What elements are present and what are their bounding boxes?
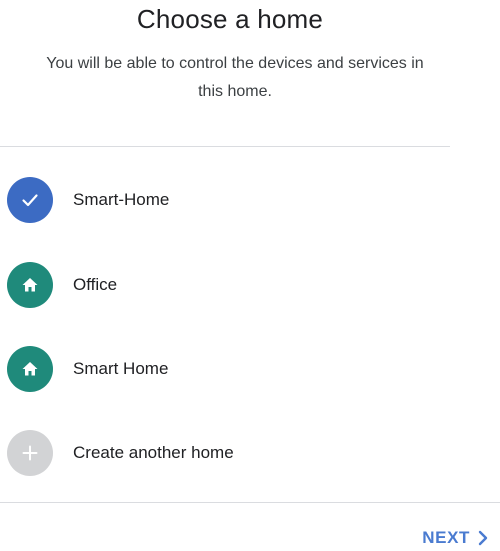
house-icon xyxy=(22,362,38,376)
next-button[interactable]: NEXT xyxy=(422,526,488,550)
home-avatar xyxy=(7,262,53,308)
plus-icon xyxy=(22,445,38,461)
home-item-label: Smart Home xyxy=(73,359,169,378)
check-icon xyxy=(22,194,38,207)
create-home-label: Create another home xyxy=(73,443,234,462)
create-home-avatar xyxy=(7,430,53,476)
next-button-label: NEXT xyxy=(422,528,470,547)
home-avatar xyxy=(7,346,53,392)
home-item-smart-home-2[interactable]: Smart Home xyxy=(0,339,480,399)
chevron-right-icon xyxy=(478,530,488,546)
selected-check-avatar xyxy=(7,177,53,223)
create-home-item[interactable]: Create another home xyxy=(0,423,480,483)
page-title: Choose a home xyxy=(136,4,324,34)
page-subtitle: You will be able to control the devices … xyxy=(46,55,424,100)
home-item-smart-home[interactable]: Smart-Home xyxy=(0,170,480,230)
home-item-label: Office xyxy=(73,275,118,294)
home-item-label: Smart-Home xyxy=(73,190,170,209)
home-item-office[interactable]: Office xyxy=(0,255,480,315)
house-icon xyxy=(22,278,38,292)
top-divider xyxy=(0,146,450,147)
bottom-divider xyxy=(0,502,500,503)
